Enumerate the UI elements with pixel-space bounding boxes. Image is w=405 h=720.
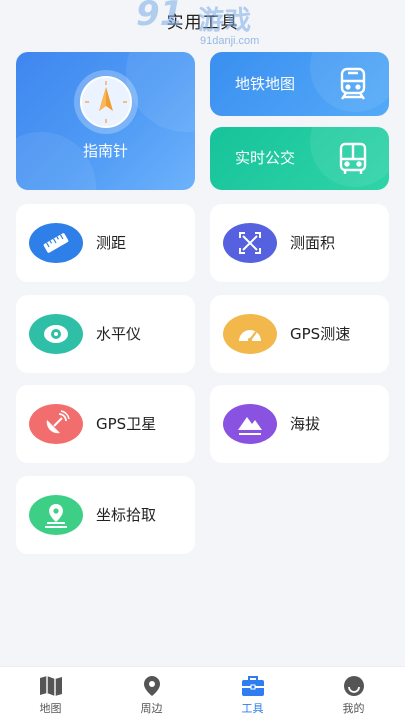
map-icon — [40, 676, 62, 696]
tab-label: 周边 — [140, 702, 163, 715]
tool-level[interactable]: 水平仪 — [16, 295, 195, 373]
level-icon — [29, 314, 83, 354]
area-measure-icon — [223, 223, 277, 263]
tab-label: 工具 — [241, 702, 264, 715]
tool-label: 测距 — [96, 234, 127, 252]
tab-tools[interactable]: 工具 — [202, 667, 303, 720]
toolbox-icon — [242, 676, 264, 696]
tool-label: 测面积 — [290, 234, 336, 252]
metro-map-card[interactable]: 地铁地图 — [210, 52, 389, 116]
tab-profile[interactable]: 我的 — [303, 667, 404, 720]
tab-map[interactable]: 地图 — [0, 667, 101, 720]
bus-icon — [335, 141, 371, 177]
watermark-text: 游戏 — [198, 6, 253, 36]
bottom-tab-bar: 地图 周边 工具 我的 — [0, 666, 405, 720]
mountain-icon — [223, 404, 277, 444]
tab-label: 地图 — [39, 702, 62, 715]
watermark-url: 91danji.com — [200, 35, 260, 47]
tool-coordinate-pick[interactable]: 坐标拾取 — [16, 476, 195, 554]
tool-label: 海拔 — [290, 415, 321, 433]
tool-measure-area[interactable]: 测面积 — [210, 204, 389, 282]
realtime-bus-label: 实时公交 — [235, 149, 296, 167]
compass-card[interactable]: 指南针 — [16, 52, 195, 190]
train-icon — [335, 66, 371, 102]
compass-label: 指南针 — [82, 142, 128, 160]
watermark-logo: 91 游戏 91danji.com — [136, 0, 276, 50]
location-pin-icon — [29, 495, 83, 535]
compass-icon — [80, 76, 132, 128]
profile-icon — [344, 676, 364, 696]
tool-label: 水平仪 — [96, 325, 142, 343]
tool-gps-speed[interactable]: GPS测速 — [210, 295, 389, 373]
tool-label: GPS测速 — [290, 325, 351, 343]
metro-map-label: 地铁地图 — [235, 75, 296, 93]
nearby-pin-icon — [144, 676, 160, 696]
tab-label: 我的 — [342, 702, 365, 715]
watermark-number: 91 — [136, 0, 184, 34]
speedometer-icon — [223, 314, 277, 354]
tool-gps-satellite[interactable]: GPS卫星 — [16, 385, 195, 463]
tool-altitude[interactable]: 海拔 — [210, 385, 389, 463]
tool-measure-distance[interactable]: 测距 — [16, 204, 195, 282]
satellite-icon — [29, 404, 83, 444]
tab-nearby[interactable]: 周边 — [101, 667, 202, 720]
ruler-icon — [29, 223, 83, 263]
realtime-bus-card[interactable]: 实时公交 — [210, 127, 389, 190]
tool-label: 坐标拾取 — [96, 506, 157, 524]
tool-label: GPS卫星 — [96, 415, 157, 433]
